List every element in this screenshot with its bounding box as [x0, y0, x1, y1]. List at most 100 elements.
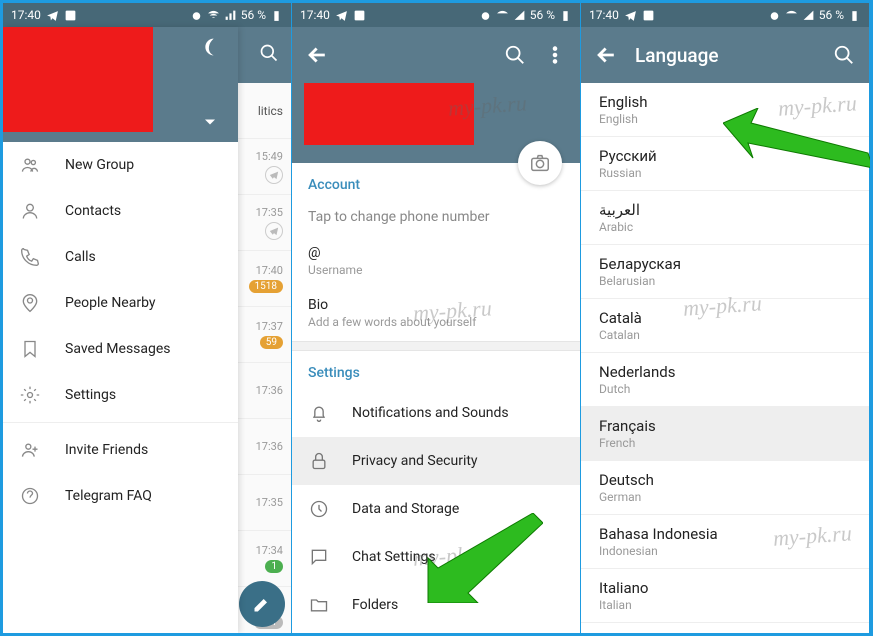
- settings-item-label: Chat Settings: [352, 549, 436, 565]
- panel-settings: 17:40 56 % Account Tap to change ph: [292, 3, 581, 633]
- data-icon: [308, 499, 330, 519]
- more-icon[interactable]: [544, 44, 566, 66]
- group-icon: [19, 155, 41, 175]
- language-native: Bahasa Indonesia: [599, 525, 851, 543]
- camera-button[interactable]: [518, 141, 562, 185]
- language-native: العربية: [599, 201, 851, 219]
- contact-icon: [19, 201, 41, 221]
- language-item-dutch[interactable]: NederlandsDutch: [581, 353, 869, 407]
- chat-item[interactable]: 17:35: [237, 475, 291, 531]
- settings-item-notifications-and-sounds[interactable]: Notifications and Sounds: [292, 389, 580, 437]
- signal-icon: [513, 9, 526, 22]
- drawer-item-contacts[interactable]: Contacts: [3, 188, 238, 234]
- alarm-icon: [479, 9, 492, 22]
- language-english: French: [599, 436, 851, 450]
- chat-item[interactable]: litics: [237, 83, 291, 139]
- language-native: Français: [599, 417, 851, 435]
- night-mode-icon[interactable]: [202, 37, 222, 61]
- profile-redacted: [304, 83, 474, 145]
- language-native: English: [599, 93, 851, 111]
- settings-header: [292, 27, 580, 83]
- drawer-item-new-group[interactable]: New Group: [3, 142, 238, 188]
- image-icon: [353, 9, 366, 22]
- settings-item-data-and-storage[interactable]: Data and Storage: [292, 485, 580, 533]
- lock-icon: [308, 451, 330, 471]
- language-english: Indonesian: [599, 544, 851, 558]
- telegram-icon: [624, 9, 637, 22]
- language-item-belarusian[interactable]: БеларускаяBelarusian: [581, 245, 869, 299]
- settings-item-label: Notifications and Sounds: [352, 405, 509, 421]
- language-native: Italiano: [599, 579, 851, 597]
- battery-text: 56 %: [819, 8, 844, 22]
- language-english: Arabic: [599, 220, 851, 234]
- language-item-korean[interactable]: 한국어Korean: [581, 623, 869, 633]
- alarm-icon: [190, 9, 203, 22]
- language-item-catalan[interactable]: CatalàCatalan: [581, 299, 869, 353]
- bio-field[interactable]: Bio Add a few words about yourself: [292, 289, 580, 341]
- wifi-icon: [785, 9, 798, 22]
- back-icon[interactable]: [306, 44, 328, 66]
- status-time: 17:40: [11, 8, 41, 22]
- chat-item[interactable]: 15:49: [237, 139, 291, 195]
- drawer-menu: New Group Contacts CallsPeople Nearby Saved…: [3, 142, 238, 418]
- chat-item[interactable]: 17:401518: [237, 251, 291, 307]
- language-item-arabic[interactable]: العربيةArabic: [581, 191, 869, 245]
- status-bar: 17:40 56 %: [581, 3, 869, 27]
- settings-item-label: Privacy and Security: [352, 453, 478, 469]
- language-item-german[interactable]: DeutschGerman: [581, 461, 869, 515]
- drawer-item-settings[interactable]: Settings: [3, 372, 238, 418]
- language-english: Russian: [599, 166, 851, 180]
- invite-icon: [19, 440, 41, 460]
- settings-section-title: Settings: [292, 351, 580, 389]
- chat-item[interactable]: 17:36: [237, 419, 291, 475]
- chat-item[interactable]: 17:35: [237, 195, 291, 251]
- drawer-item-label: Telegram FAQ: [65, 488, 152, 504]
- settings-item-label: Data and Storage: [352, 501, 459, 517]
- language-native: Беларуская: [599, 255, 851, 273]
- drawer-item-label: Contacts: [65, 203, 121, 219]
- drawer: New Group Contacts CallsPeople Nearby Saved…: [3, 27, 238, 633]
- drawer-header: [3, 27, 238, 142]
- settings-item-label: Folders: [352, 597, 398, 613]
- language-item-italian[interactable]: ItalianoItalian: [581, 569, 869, 623]
- language-item-french[interactable]: FrançaisFrench: [581, 407, 869, 461]
- settings-item-chat-settings[interactable]: Chat Settings: [292, 533, 580, 581]
- search-icon[interactable]: [259, 43, 279, 67]
- settings-item-folders[interactable]: Folders: [292, 581, 580, 629]
- drawer-item-saved-messages[interactable]: Saved Messages: [3, 326, 238, 372]
- search-icon[interactable]: [833, 44, 855, 66]
- language-list: EnglishEnglishРусскийRussianالعربيةArabi…: [581, 83, 869, 633]
- drawer-item-invite-friends[interactable]: Invite Friends: [3, 427, 238, 473]
- username-field[interactable]: @ Username: [292, 237, 580, 289]
- search-icon[interactable]: [504, 44, 526, 66]
- settings-item-devices[interactable]: Devices: [292, 629, 580, 633]
- language-item-indonesian[interactable]: Bahasa IndonesiaIndonesian: [581, 515, 869, 569]
- phone-icon: [19, 247, 41, 267]
- username-at: @: [308, 245, 564, 261]
- back-icon[interactable]: [595, 44, 617, 66]
- chat-item[interactable]: 17:341: [237, 531, 291, 587]
- language-native: Català: [599, 309, 851, 327]
- phone-field[interactable]: Tap to change phone number: [292, 201, 580, 237]
- drawer-item-calls[interactable]: Calls: [3, 234, 238, 280]
- expand-icon[interactable]: [200, 112, 220, 136]
- bell-icon: [308, 403, 330, 423]
- language-item-russian[interactable]: РусскийRussian: [581, 137, 869, 191]
- signal-icon: [802, 9, 815, 22]
- language-item-english[interactable]: EnglishEnglish: [581, 83, 869, 137]
- username-label: Username: [308, 263, 564, 277]
- chat-item[interactable]: 17:3759: [237, 307, 291, 363]
- compose-fab[interactable]: [239, 581, 285, 627]
- drawer-item-label: Saved Messages: [65, 341, 171, 357]
- status-time: 17:40: [300, 8, 330, 22]
- settings-item-privacy-and-security[interactable]: Privacy and Security: [292, 437, 580, 485]
- wifi-icon: [496, 9, 509, 22]
- language-native: Deutsch: [599, 471, 851, 489]
- drawer-item-people-nearby[interactable]: People Nearby: [3, 280, 238, 326]
- drawer-item-label: Invite Friends: [65, 442, 148, 458]
- signal-icon: [224, 9, 237, 22]
- language-english: Italian: [599, 598, 851, 612]
- chat-item[interactable]: 17:36: [237, 363, 291, 419]
- drawer-item-telegram-faq[interactable]: Telegram FAQ: [3, 473, 238, 519]
- gear-icon: [19, 385, 41, 405]
